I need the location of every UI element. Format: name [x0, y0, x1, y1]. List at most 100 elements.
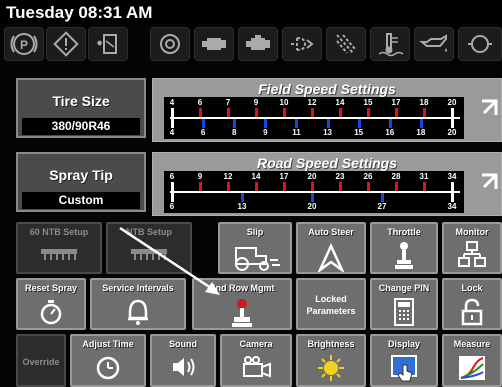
pointer-arrow-icon: [119, 226, 220, 295]
datetime-label: Tuesday 08:31 AM: [6, 3, 153, 22]
road-speed-top-marker[interactable]: [227, 182, 230, 191]
lock-label: Lock: [461, 283, 483, 293]
field-speed-bottom-tick-label: 20: [447, 128, 457, 137]
field-speed-top-marker[interactable]: [367, 108, 370, 117]
ntb60-setup-button[interactable]: 60 NTB Setup: [16, 222, 102, 274]
video-camera-icon: [243, 356, 271, 378]
field-speed-top-marker[interactable]: [451, 108, 454, 117]
change-pin-button[interactable]: Change PIN: [370, 278, 438, 330]
road-speed-panel[interactable]: Road Speed Settings 6 9 12 14 17 20 23 26 28 31 34…: [152, 152, 502, 216]
field-speed-top-marker[interactable]: [311, 108, 314, 117]
display-button[interactable]: Display: [370, 334, 438, 387]
reset-spray-button[interactable]: Reset Spray: [16, 278, 86, 330]
camera-button[interactable]: Camera: [220, 334, 292, 387]
road-speed-bottom-marker[interactable]: [311, 193, 314, 202]
oil-pressure-indicator: [414, 27, 454, 61]
tire-size-panel[interactable]: Tire Size 380/90R46: [16, 78, 146, 138]
road-speed-top-marker[interactable]: [395, 182, 398, 191]
field-speed-panel[interactable]: Field Speed Settings 4 6 7 9 10 12 14 15 17 18 20 …: [152, 78, 502, 142]
warning-icon: [53, 31, 79, 57]
keypad-icon: [394, 298, 414, 326]
road-speed-bottom-tick-label: 34: [447, 202, 457, 211]
engine-alt-icon: [246, 35, 270, 50]
road-speed-top-marker[interactable]: [423, 182, 426, 191]
field-speed-bottom-marker[interactable]: [326, 119, 330, 128]
road-speed-bottom-marker[interactable]: [171, 193, 174, 202]
road-speed-top-marker[interactable]: [367, 182, 370, 191]
road-speed-top-marker[interactable]: [171, 182, 174, 191]
field-speed-top-marker[interactable]: [283, 108, 286, 117]
monitor-label: Monitor: [455, 227, 489, 237]
field-speed-top-marker[interactable]: [255, 108, 258, 117]
field-speed-bottom-marker[interactable]: [419, 119, 423, 128]
field-speed-bottom-marker[interactable]: [451, 119, 454, 128]
adjust-time-button[interactable]: Adjust Time: [70, 334, 146, 387]
road-speed-top-marker[interactable]: [199, 182, 202, 191]
spray-tip-title: Spray Tip: [49, 167, 113, 183]
road-speed-top-tick-label: 9: [197, 172, 203, 181]
road-speed-top-marker[interactable]: [283, 182, 286, 191]
field-speed-bottom-marker[interactable]: [264, 119, 268, 128]
reset-spray-label: Reset Spray: [24, 283, 78, 293]
road-speed-top-marker[interactable]: [255, 182, 258, 191]
field-speed-bottom-tick-label: 9: [263, 128, 268, 137]
status-bar: Tuesday 08:31 AM: [0, 0, 502, 24]
spray-tip-panel[interactable]: Spray Tip Custom: [16, 152, 146, 212]
field-speed-top-tick-label: 14: [335, 98, 345, 107]
expand-icon[interactable]: [470, 171, 500, 201]
field-speed-top-tick-label: 18: [419, 98, 429, 107]
sound-button[interactable]: Sound: [150, 334, 216, 387]
field-speed-bottom-marker[interactable]: [233, 119, 237, 128]
spray-tip-value: Custom: [22, 192, 140, 209]
road-speed-top-tick-label: 34: [447, 172, 457, 181]
expand-icon[interactable]: [470, 97, 500, 127]
field-speed-bottom-marker[interactable]: [171, 119, 174, 128]
road-speed-bottom-marker[interactable]: [451, 193, 454, 202]
road-speed-bottom-marker[interactable]: [381, 193, 384, 202]
road-speed-top-tick-label: 20: [307, 172, 317, 181]
fuel-filter-indicator: [88, 27, 128, 61]
brake-icon: [160, 34, 180, 54]
road-speed-top-marker[interactable]: [339, 182, 342, 191]
field-speed-bottom-marker[interactable]: [202, 119, 206, 128]
monitor-button[interactable]: Monitor: [442, 222, 502, 274]
engine-alt-indicator: [238, 27, 278, 61]
road-speed-bottom-marker[interactable]: [241, 193, 244, 202]
lock-button[interactable]: Lock: [442, 278, 502, 330]
override-button[interactable]: Override: [16, 334, 66, 387]
clock-icon: [96, 356, 120, 380]
road-speed-top-tick-label: 12: [223, 172, 233, 181]
road-speed-title: Road Speed Settings: [256, 155, 398, 171]
field-speed-bottom-marker[interactable]: [357, 119, 361, 128]
hydraulic-icon: [468, 35, 492, 53]
measure-button[interactable]: Measure: [442, 334, 502, 387]
field-speed-bottom-marker[interactable]: [295, 119, 299, 128]
field-speed-bottom-tick-label: 11: [292, 128, 301, 137]
road-speed-scale: 6 9 12 14 17 20 23 26 28 31 34 6 13 20 27 34: [164, 171, 464, 213]
auto-steer-button[interactable]: Auto Steer: [296, 222, 366, 274]
field-speed-top-tick-label: 6: [197, 98, 203, 107]
field-speed-top-tick-label: 7: [225, 98, 231, 107]
display-label: Display: [387, 339, 420, 349]
throttle-button[interactable]: Throttle: [370, 222, 438, 274]
sound-label: Sound: [169, 339, 197, 349]
network-icon: [458, 241, 486, 267]
graph-icon: [459, 356, 485, 380]
field-speed-top-marker[interactable]: [339, 108, 342, 117]
locked-parameters-button[interactable]: Locked Parameters: [296, 278, 366, 330]
field-speed-bottom-marker[interactable]: [388, 119, 392, 128]
field-speed-top-marker[interactable]: [171, 108, 174, 117]
field-speed-top-marker[interactable]: [395, 108, 398, 117]
adjust-time-label: Adjust Time: [82, 339, 134, 349]
field-speed-top-marker[interactable]: [423, 108, 426, 117]
throttle-icon: [395, 242, 413, 269]
road-speed-top-marker[interactable]: [451, 182, 454, 191]
locked-parameters-label-1: Locked: [315, 294, 347, 304]
field-speed-top-marker[interactable]: [227, 108, 230, 117]
road-speed-top-tick-label: 23: [335, 172, 345, 181]
brightness-button[interactable]: Brightness: [296, 334, 366, 387]
ntb60-setup-label: 60 NTB Setup: [29, 227, 89, 237]
hydraulic-indicator: [458, 27, 502, 61]
road-speed-top-marker[interactable]: [311, 182, 314, 191]
field-speed-top-marker[interactable]: [199, 108, 202, 117]
